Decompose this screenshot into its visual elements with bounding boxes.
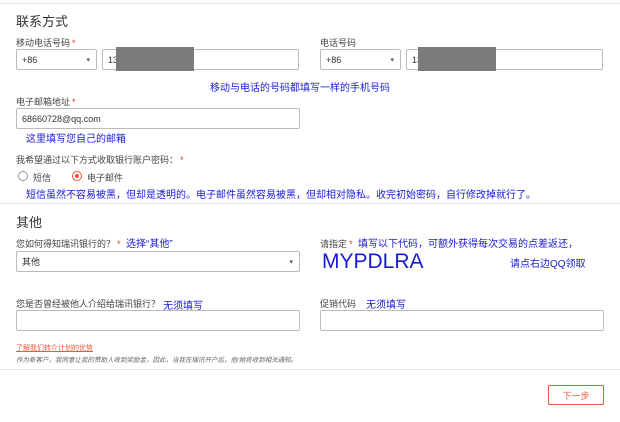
- mobile-country-code-select[interactable]: +86 ▾: [16, 49, 97, 70]
- source-select[interactable]: 其他 ▾: [16, 251, 300, 272]
- chevron-down-icon: ▾: [86, 56, 90, 64]
- referral-benefits-link[interactable]: 了解我们转介计划的优势: [16, 343, 93, 353]
- referral-input[interactable]: [16, 310, 300, 331]
- email-annotation: 这里填写您自己的邮箱: [26, 134, 126, 145]
- chevron-down-icon: ▾: [289, 258, 293, 266]
- other-section-title: 其他: [16, 215, 43, 230]
- chevron-down-icon: ▾: [390, 56, 394, 64]
- source-label: 您如何得知瑞讯银行的？ *: [16, 239, 121, 249]
- top-divider: [0, 3, 620, 4]
- redaction-block: [116, 47, 194, 71]
- password-delivery-question: 我希望通过以下方式收取银行账户密码： *: [16, 155, 184, 165]
- mobile-country-code-value: +86: [22, 54, 38, 65]
- phone-country-code-select[interactable]: +86 ▾: [320, 49, 401, 70]
- email-label: 电子邮箱地址 *: [16, 97, 76, 107]
- password-annotation: 短信虽然不容易被黑，但却是透明的。电子邮件虽然容易被黑，但却相对隐私。收完初始密…: [26, 190, 536, 201]
- email-option-label: 电子邮件: [87, 173, 124, 183]
- sms-radio[interactable]: [18, 171, 28, 181]
- promo-annotation: 无须填写: [366, 300, 406, 311]
- promo-input[interactable]: [320, 310, 604, 331]
- section-divider: [0, 203, 620, 204]
- email-radio[interactable]: [72, 171, 82, 181]
- specify-annotation-2: 请点右边QQ领取: [510, 259, 586, 270]
- referral-benefits-description: 作为新客户，我同意让我的赞助人收到奖励金，因此，当我在瑞讯开户后，他/她将收到相…: [16, 357, 298, 364]
- phone-annotation: 移动与电话的号码都填写一样的手机号码: [210, 83, 390, 94]
- mobile-label: 移动电话号码 *: [16, 38, 76, 48]
- email-value: 68660728@qq.com: [22, 113, 101, 124]
- next-button-label: 下一步: [562, 390, 590, 401]
- promo-label: 促销代码: [320, 299, 357, 309]
- source-select-value: 其他: [22, 257, 41, 267]
- specify-label: 请指定 *: [320, 239, 353, 249]
- next-button[interactable]: 下一步: [548, 385, 604, 405]
- referral-label: 您是否曾经被他人介绍给瑞讯银行？: [16, 299, 161, 309]
- phone-label: 电话号码: [320, 38, 357, 48]
- sms-option-label: 短信: [33, 173, 52, 183]
- source-annotation: 选择“其他”: [126, 239, 173, 250]
- email-input[interactable]: 68660728@qq.com: [16, 108, 300, 129]
- contact-section-title: 联系方式: [16, 14, 69, 29]
- specify-annotation: 填写以下代码，可额外获得每次交易的点差返还，: [358, 239, 578, 250]
- phone-country-code-value: +86: [326, 54, 342, 65]
- redaction-block: [418, 47, 496, 71]
- specify-code: MYPDLRA: [322, 250, 424, 273]
- footer-divider: [0, 369, 620, 370]
